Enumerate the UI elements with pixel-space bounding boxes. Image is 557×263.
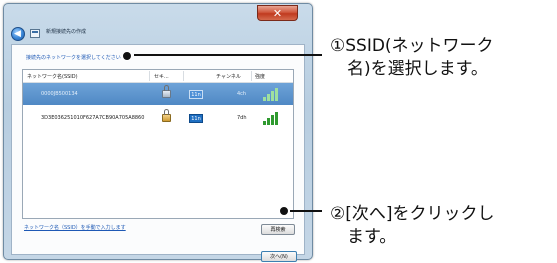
callout-step-2: ②[次へ]をクリックし ます。 (330, 204, 495, 247)
column-divider (251, 71, 252, 81)
manual-ssid-link[interactable]: ネットワーク名（SSID）を手動で入力します (24, 224, 126, 231)
wireless-standard-badge: 11n (189, 114, 203, 123)
back-arrow-icon: ◀ (14, 28, 21, 39)
window-title: 新規接続先の作成 (46, 29, 87, 35)
lock-icon (162, 109, 171, 122)
network-row-selected[interactable]: 0000JB500134 11n 4ch (23, 83, 293, 105)
lock-icon (162, 85, 171, 98)
channel-text: 4ch (237, 91, 247, 97)
close-button[interactable]: ✕ (257, 5, 298, 21)
back-button[interactable]: ◀ (11, 27, 25, 41)
callout-step-1: ①SSID(ネットワーク 名)を選択します。 (330, 36, 494, 79)
network-wizard-icon (30, 29, 40, 38)
content-panel: 接続先のネットワークを選択してください ネットワーク名(SSID) セキ... … (11, 44, 305, 262)
network-row[interactable]: 3D3E036251010F627A7CB90A705A8860 11n 7dh (23, 107, 293, 129)
dialog-window: ✕ ◀ 新規接続先の作成 接続先のネットワークを選択してください ネットワーク名… (3, 3, 313, 262)
column-divider (183, 71, 184, 81)
refresh-button[interactable]: 再検索 (261, 224, 295, 235)
callout-leader-line-2 (290, 210, 322, 212)
column-divider (149, 71, 150, 81)
column-header-ssid[interactable]: ネットワーク名(SSID) (27, 73, 78, 80)
signal-strength-icon (262, 111, 280, 125)
instruction-text: 接続先のネットワークを選択してください (26, 55, 121, 61)
column-header-strength[interactable]: 強度 (255, 73, 265, 80)
next-button[interactable]: 次へ(N) (261, 251, 297, 262)
network-list[interactable]: ネットワーク名(SSID) セキ... チャンネル 強度 0000JB50013… (22, 69, 294, 219)
list-header: ネットワーク名(SSID) セキ... チャンネル 強度 (23, 70, 293, 83)
signal-strength-icon (262, 87, 280, 101)
callout-marker-1 (122, 51, 132, 61)
ssid-text: 3D3E036251010F627A7CB90A705A8860 (41, 115, 145, 121)
callout-marker-2 (279, 206, 289, 216)
column-header-security[interactable]: セキ... (154, 73, 169, 80)
wireless-standard-badge: 11n (189, 90, 203, 99)
callout-leader-line-1 (134, 54, 322, 56)
ssid-text: 0000JB500134 (41, 91, 78, 97)
close-icon: ✕ (272, 6, 283, 20)
column-header-channel[interactable]: チャンネル (216, 73, 241, 80)
channel-text: 7dh (237, 115, 247, 121)
